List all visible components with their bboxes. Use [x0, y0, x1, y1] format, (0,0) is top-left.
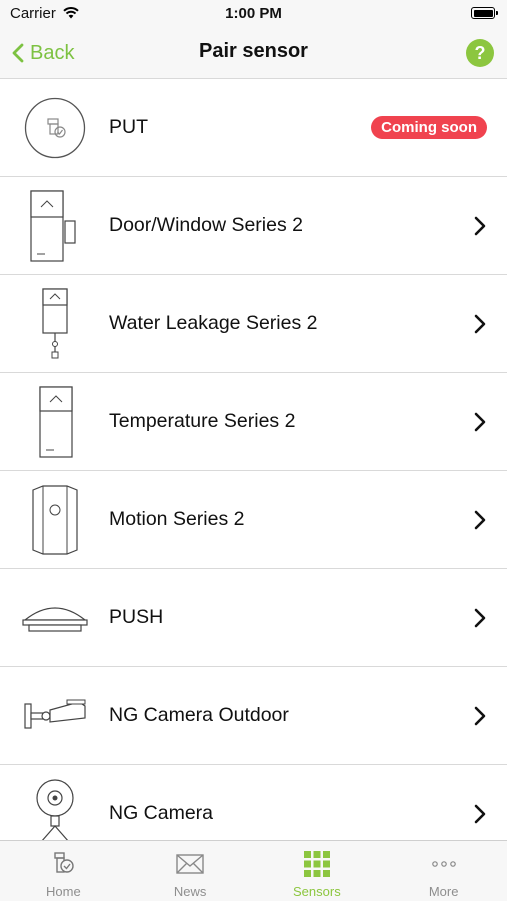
sensor-row-ng-camera-outdoor[interactable]: NG Camera Outdoor — [0, 667, 507, 765]
home-icon — [54, 852, 75, 873]
water-leakage-sensor-icon — [15, 284, 95, 364]
sensor-label: Temperature Series 2 — [109, 410, 296, 432]
motion-sensor-icon — [15, 480, 95, 560]
tab-home[interactable]: Home — [0, 841, 127, 901]
tab-label: Sensors — [293, 884, 341, 899]
sensor-row-water-leakage[interactable]: Water Leakage Series 2 — [0, 275, 507, 373]
indoor-camera-icon — [15, 774, 95, 840]
tab-sensors[interactable]: Sensors — [254, 841, 381, 901]
chevron-right-icon — [474, 510, 486, 530]
temperature-sensor-icon — [15, 382, 95, 462]
tab-label: More — [428, 884, 459, 899]
chevron-right-icon — [474, 608, 486, 628]
sensor-row-door-window[interactable]: Door/Window Series 2 — [0, 177, 507, 275]
sensor-row-motion[interactable]: Motion Series 2 — [0, 471, 507, 569]
sensor-label: NG Camera Outdoor — [109, 704, 289, 726]
sensors-grid-icon — [303, 851, 330, 877]
battery-icon — [471, 7, 498, 19]
clock: 1:00 PM — [225, 5, 282, 22]
back-label: Back — [30, 41, 75, 64]
more-icon — [431, 861, 456, 867]
help-button[interactable]: ? — [466, 39, 494, 67]
sensor-row-ng-camera[interactable]: NG Camera — [0, 765, 507, 840]
coming-soon-badge: Coming soon — [371, 116, 487, 139]
sensor-list: PUT Coming soon Door/Window Series 2 Wat… — [0, 79, 507, 840]
status-bar: Carrier 1:00 PM — [0, 0, 507, 28]
sensor-label: Water Leakage Series 2 — [109, 312, 318, 334]
tab-bar: Home News Sensors More — [0, 840, 507, 901]
tab-label: Home — [46, 884, 81, 899]
door-window-sensor-icon — [15, 186, 95, 266]
back-button[interactable]: Back — [12, 40, 74, 66]
push-button-icon — [15, 578, 95, 658]
chevron-right-icon — [474, 216, 486, 236]
chevron-right-icon — [474, 314, 486, 334]
page-title: Pair sensor — [199, 40, 308, 62]
outdoor-camera-icon — [15, 676, 95, 756]
sensor-row-temperature[interactable]: Temperature Series 2 — [0, 373, 507, 471]
sensor-row-put: PUT Coming soon — [0, 79, 507, 177]
chevron-right-icon — [474, 804, 486, 824]
navigation-bar: Back Pair sensor ? — [0, 28, 507, 79]
put-device-icon — [15, 88, 95, 168]
sensor-label: NG Camera — [109, 802, 214, 824]
sensor-row-push[interactable]: PUSH — [0, 569, 507, 667]
sensor-label: Motion Series 2 — [109, 508, 245, 530]
tab-news[interactable]: News — [127, 841, 254, 901]
news-icon — [176, 854, 204, 874]
tab-label: News — [173, 884, 207, 899]
chevron-left-icon — [12, 43, 24, 63]
sensor-label: PUSH — [109, 606, 164, 628]
tab-more[interactable]: More — [380, 841, 507, 901]
chevron-right-icon — [474, 412, 486, 432]
sensor-label: Door/Window Series 2 — [109, 214, 303, 236]
chevron-right-icon — [474, 706, 486, 726]
